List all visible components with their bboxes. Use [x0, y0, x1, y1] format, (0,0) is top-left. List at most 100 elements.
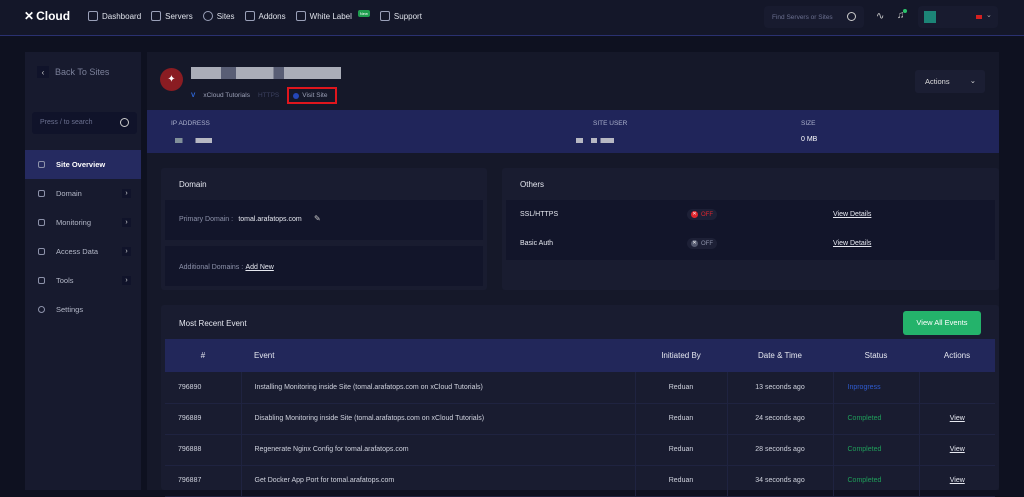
- site-title-redacted: [191, 67, 341, 79]
- nav-support[interactable]: Support: [379, 11, 422, 21]
- event-action[interactable]: View: [919, 403, 995, 435]
- notification-dot: [902, 9, 907, 13]
- actions-dropdown[interactable]: Actions ⌄: [915, 70, 985, 93]
- event-time: 24 seconds ago: [727, 403, 834, 435]
- site-avatar: ✦: [160, 68, 183, 91]
- cloud-x-icon: ✕: [24, 9, 35, 23]
- primary-domain: tomal.arafatops.com: [238, 216, 302, 223]
- ssl-view-details-link[interactable]: View Details: [833, 211, 871, 218]
- new-badge: New: [357, 9, 370, 17]
- primary-domain-row: Primary Domain : tomal.arafatops.com ✎: [165, 200, 483, 240]
- events-title: Most Recent Event: [179, 319, 247, 328]
- add-new-domain-link[interactable]: Add New: [245, 264, 273, 271]
- event-initiator: Reduan: [635, 403, 728, 435]
- basic-auth-status-toggle[interactable]: ✕ OFF: [687, 238, 717, 249]
- site-info-band: IP ADDRESS SITE USER SIZE 0 MB: [147, 110, 999, 153]
- sidebar-item-domain[interactable]: Domain ›: [25, 179, 141, 208]
- globe-icon: [202, 11, 213, 21]
- sidebar-item-tools[interactable]: Tools ›: [25, 266, 141, 295]
- white-label-icon: [295, 11, 306, 21]
- table-row: 796887 Get Docker App Port for tomal.ara…: [165, 465, 995, 497]
- domain-card-title: Domain: [179, 180, 207, 189]
- event-description: Regenerate Nginx Config for tomal.arafat…: [241, 434, 636, 466]
- nav-white-label[interactable]: White Label New: [295, 9, 370, 21]
- event-status: Completed: [833, 465, 920, 497]
- event-initiator: Reduan: [635, 465, 728, 497]
- additional-domains-row: Additional Domains : Add New: [165, 246, 483, 286]
- events-table: # Event Initiated By Date & Time Status …: [165, 339, 995, 497]
- https-label: HTTPS: [257, 92, 280, 99]
- view-event-link[interactable]: View: [950, 477, 965, 484]
- table-row: 796888 Regenerate Nginx Config for tomal…: [165, 434, 995, 466]
- monitoring-icon: [38, 219, 45, 226]
- sidebar-item-access-data[interactable]: Access Data ›: [25, 237, 141, 266]
- event-id: 796888: [165, 434, 242, 466]
- logo[interactable]: ✕ Cloud: [24, 9, 70, 23]
- nav-dashboard[interactable]: Dashboard: [88, 11, 141, 21]
- event-description: Disabling Monitoring inside Site (tomal.…: [241, 403, 636, 435]
- visit-site-link[interactable]: Visit Site: [287, 87, 338, 104]
- gear-icon: [38, 306, 45, 313]
- view-all-events-button[interactable]: View All Events: [903, 311, 981, 335]
- main-content: ✦ VxCloud Tutorials HTTPS Visit Site Act…: [147, 52, 999, 497]
- nav-addons[interactable]: Addons: [244, 11, 286, 21]
- chevron-right-icon: ›: [122, 276, 131, 285]
- puzzle-icon: [244, 11, 255, 21]
- chevron-right-icon: ›: [122, 247, 131, 256]
- avatar: [924, 11, 936, 23]
- globe-icon: [293, 92, 300, 99]
- sidebar-item-settings[interactable]: Settings: [25, 295, 141, 324]
- event-id: 796887: [165, 465, 242, 497]
- event-description: Installing Monitoring inside Site (tomal…: [241, 372, 636, 404]
- domain-icon: [38, 190, 45, 197]
- event-time: 28 seconds ago: [727, 434, 834, 466]
- site-user-label: SITE USER: [593, 120, 628, 127]
- edit-pencil-icon[interactable]: ✎: [314, 214, 321, 223]
- view-event-link[interactable]: View: [950, 446, 965, 453]
- site-header: ✦ VxCloud Tutorials HTTPS Visit Site Act…: [147, 52, 999, 110]
- back-to-sites-link[interactable]: ‹ Back To Sites: [37, 66, 109, 78]
- chevron-right-icon: ›: [122, 218, 131, 227]
- sidebar-item-site-overview[interactable]: Site Overview: [25, 150, 141, 179]
- servers-icon: [151, 11, 162, 21]
- chevron-down-icon: ⌄: [986, 12, 992, 19]
- event-time: 13 seconds ago: [727, 372, 834, 404]
- activity-icon[interactable]: ∿: [876, 11, 884, 22]
- nav-sites[interactable]: Sites: [202, 11, 235, 21]
- others-list: SSL/HTTPS ✕ OFF View Details Basic Auth ✕…: [506, 200, 995, 260]
- event-initiator: Reduan: [635, 434, 728, 466]
- view-event-link[interactable]: View: [950, 415, 965, 422]
- event-id: 796890: [165, 372, 242, 404]
- sidebar-search-input[interactable]: Press / to search: [32, 112, 137, 134]
- event-action[interactable]: View: [919, 434, 995, 466]
- basic-auth-view-details-link[interactable]: View Details: [833, 240, 871, 247]
- overview-icon: [38, 161, 45, 168]
- search-icon[interactable]: [847, 12, 856, 21]
- table-row: 796889 Disabling Monitoring inside Site …: [165, 403, 995, 435]
- size-value: 0 MB: [801, 136, 818, 143]
- global-search-input[interactable]: Find Servers or Sites: [764, 6, 864, 28]
- chevron-left-icon: ‹: [37, 66, 49, 78]
- x-icon: ✕: [691, 211, 698, 218]
- bell-icon[interactable]: ♫: [897, 9, 907, 21]
- size-label: SIZE: [801, 120, 816, 127]
- others-card: Others SSL/HTTPS ✕ OFF View Details Basic…: [502, 168, 999, 290]
- table-row: 796890 Installing Monitoring inside Site…: [165, 372, 995, 404]
- flag-icon: [976, 15, 982, 19]
- server-link[interactable]: xCloud Tutorials: [203, 92, 250, 99]
- event-action[interactable]: View: [919, 465, 995, 497]
- chevron-right-icon: ›: [122, 189, 131, 198]
- user-menu[interactable]: ⌄: [918, 6, 998, 28]
- ip-label: IP ADDRESS: [171, 120, 210, 127]
- ssl-status-toggle[interactable]: ✕ OFF: [687, 209, 717, 220]
- recent-events-card: Most Recent Event View All Events # Even…: [161, 305, 999, 497]
- ip-redacted: [175, 138, 212, 143]
- top-nav: ✕ Cloud Dashboard Servers Sites Addons Wh…: [0, 0, 1024, 36]
- event-time: 34 seconds ago: [727, 465, 834, 497]
- support-icon: [379, 11, 390, 21]
- event-status: Inprogress: [833, 372, 920, 404]
- sidebar: ‹ Back To Sites Press / to search Site Ov…: [25, 52, 141, 490]
- others-card-title: Others: [520, 180, 545, 189]
- sidebar-item-monitoring[interactable]: Monitoring ›: [25, 208, 141, 237]
- nav-servers[interactable]: Servers: [151, 11, 193, 21]
